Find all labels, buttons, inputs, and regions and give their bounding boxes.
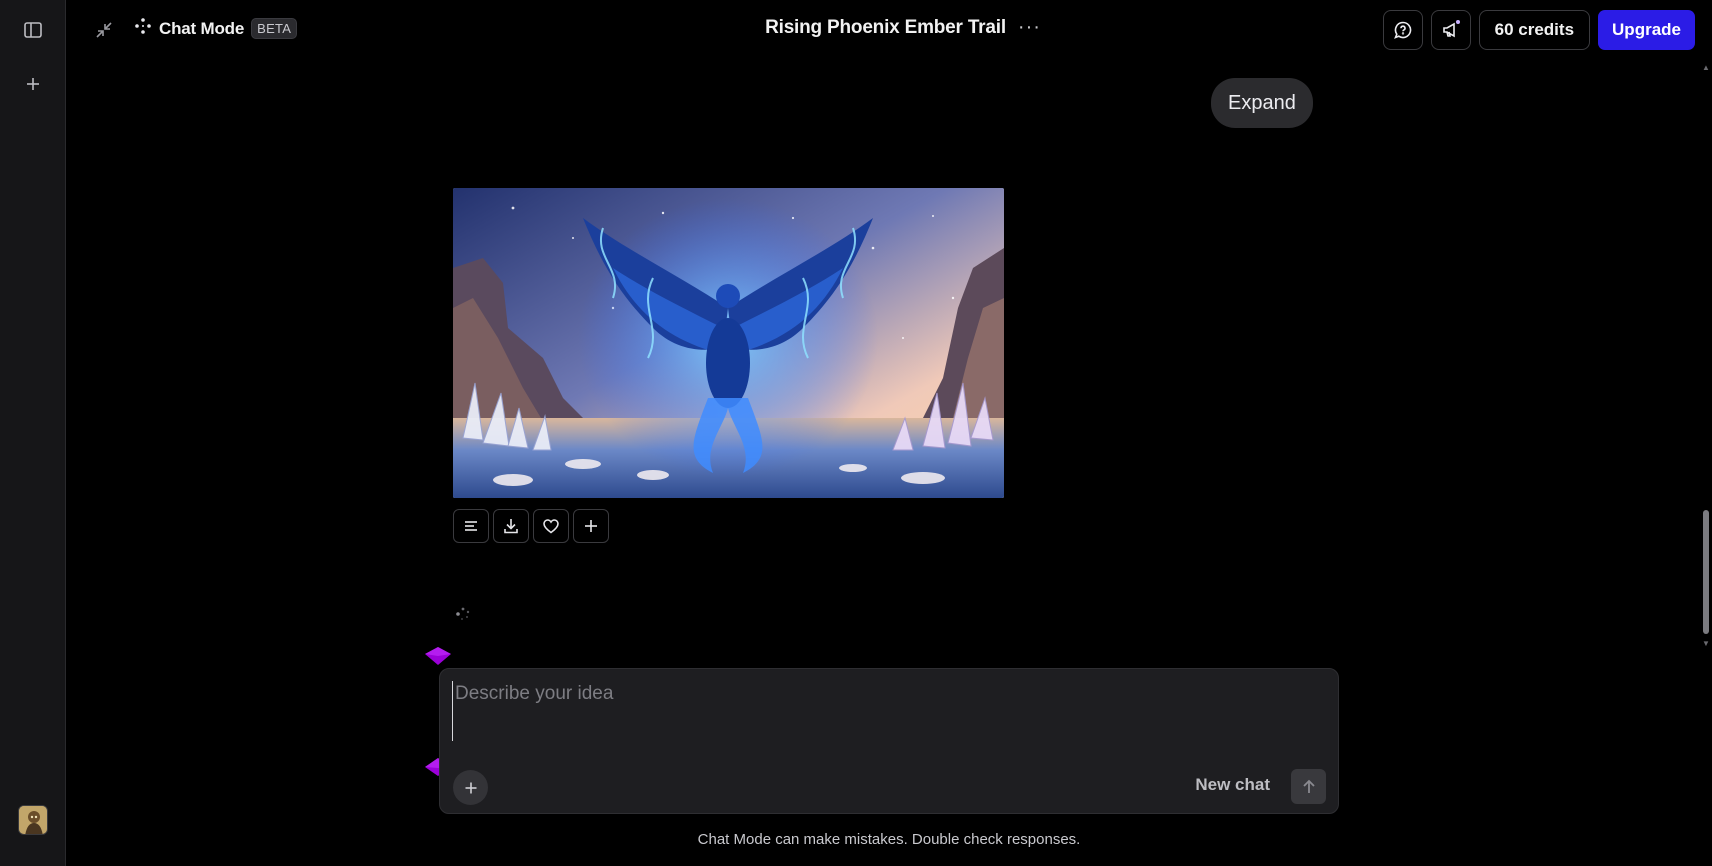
heart-icon bbox=[543, 519, 559, 534]
new-item-button[interactable] bbox=[17, 68, 49, 100]
attach-button[interactable] bbox=[453, 770, 488, 805]
upgrade-button[interactable]: Upgrade bbox=[1598, 10, 1695, 50]
chat-title[interactable]: Rising Phoenix Ember Trail bbox=[765, 17, 1006, 39]
sidebar-toggle-button[interactable] bbox=[17, 14, 49, 46]
download-button[interactable] bbox=[493, 509, 529, 543]
disclaimer-text: Chat Mode can make mistakes. Double chec… bbox=[697, 831, 1081, 848]
user-avatar[interactable] bbox=[18, 805, 48, 835]
generated-image[interactable] bbox=[453, 188, 1004, 498]
header-actions: 60 credits Upgrade bbox=[1382, 10, 1695, 50]
title-menu-button[interactable]: ··· bbox=[1018, 16, 1041, 39]
chat-help-icon bbox=[1393, 21, 1411, 39]
plus-icon bbox=[465, 782, 476, 793]
credits-button[interactable]: 60 credits bbox=[1478, 10, 1591, 50]
download-icon bbox=[504, 519, 518, 534]
feedback-button[interactable] bbox=[1382, 10, 1423, 50]
scrollbar[interactable]: ▲ ▼ bbox=[1702, 64, 1710, 648]
details-button[interactable] bbox=[453, 509, 489, 543]
pin-marker-icon bbox=[423, 645, 453, 667]
add-to-collection-button[interactable] bbox=[573, 509, 609, 543]
expand-button[interactable]: Expand bbox=[1211, 78, 1313, 128]
plus-icon bbox=[27, 78, 39, 90]
scroll-up-arrow-icon[interactable]: ▲ bbox=[1702, 64, 1710, 72]
details-icon bbox=[465, 521, 477, 531]
favorite-button[interactable] bbox=[533, 509, 569, 543]
scroll-down-arrow-icon[interactable]: ▼ bbox=[1702, 640, 1710, 648]
prompt-input[interactable] bbox=[452, 681, 1322, 741]
left-rail bbox=[0, 0, 66, 866]
image-actions bbox=[453, 509, 609, 543]
sidebar-panel-icon bbox=[24, 22, 42, 38]
notification-dot bbox=[1454, 19, 1461, 25]
arrow-up-icon bbox=[1302, 779, 1315, 793]
send-button[interactable] bbox=[1291, 769, 1326, 804]
announcements-button[interactable] bbox=[1430, 10, 1471, 50]
scrollbar-thumb[interactable] bbox=[1703, 510, 1709, 634]
new-chat-button[interactable]: New chat bbox=[1195, 775, 1270, 795]
loading-spinner-icon bbox=[454, 604, 474, 629]
top-header: Chat Mode BETA Rising Phoenix Ember Trai… bbox=[66, 0, 1712, 60]
prompt-composer: New chat bbox=[439, 668, 1339, 814]
plus-icon bbox=[585, 520, 597, 532]
avatar-image bbox=[19, 806, 47, 834]
